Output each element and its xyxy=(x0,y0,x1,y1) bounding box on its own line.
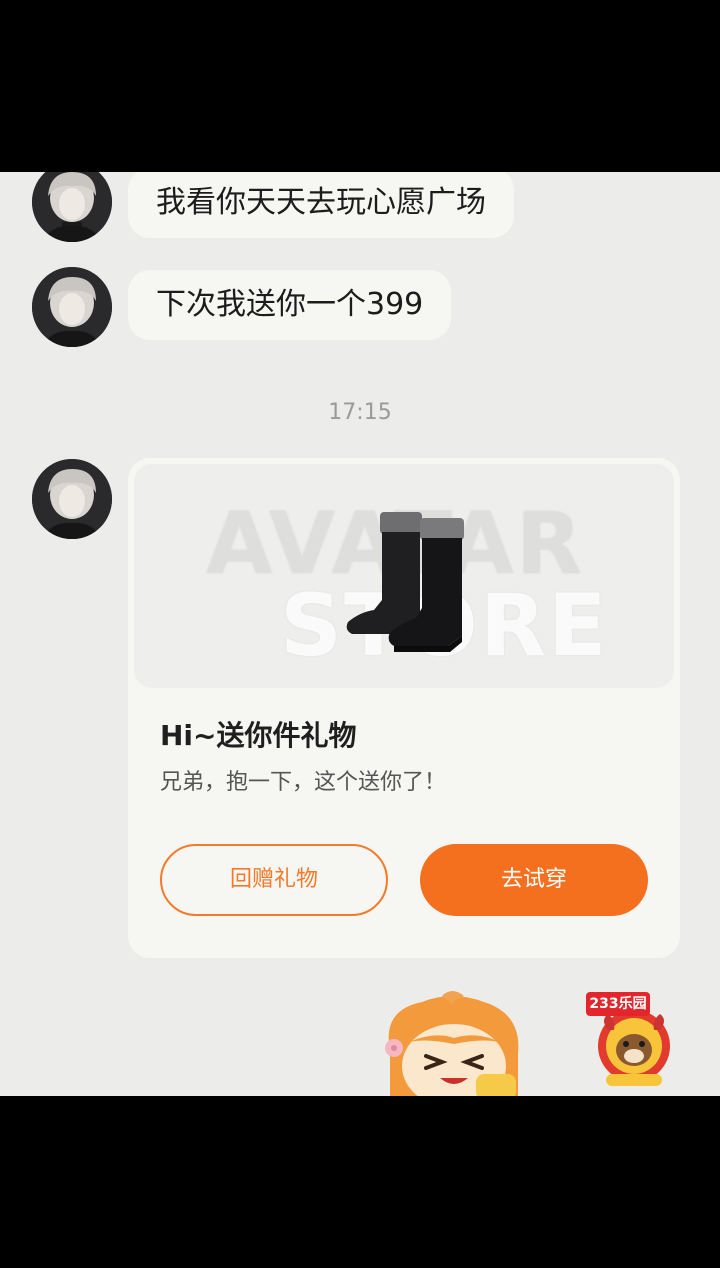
avatar[interactable] xyxy=(32,267,112,347)
return-gift-button[interactable]: 回赠礼物 xyxy=(160,844,388,916)
boots-image xyxy=(346,512,464,652)
gift-description: 兄弟，抱一下，这个送你了！ xyxy=(160,770,447,795)
avatar[interactable] xyxy=(32,459,112,539)
gift-card[interactable]: AVATAR STORE Hi~送你件礼物 兄弟，抱一下，这个送你了！ 回赠礼物… xyxy=(128,458,680,958)
try-on-button[interactable]: 去试穿 xyxy=(420,844,648,916)
bottom-letterbox xyxy=(0,1096,720,1268)
gift-title: Hi~送你件礼物 xyxy=(160,719,357,752)
message-text: 我看你天天去玩心愿广场 xyxy=(156,185,486,220)
timestamp: 17:15 xyxy=(328,400,392,425)
message-bubble[interactable]: 我看你天天去玩心愿广场 xyxy=(128,172,514,238)
logo-text: 233乐园 xyxy=(586,992,650,1016)
message-bubble[interactable]: 下次我送你一个399 xyxy=(128,270,452,340)
top-letterbox xyxy=(0,0,720,172)
message-text: 下次我送你一个399 xyxy=(156,287,424,322)
233-logo-icon[interactable]: 233乐园 xyxy=(586,990,682,1094)
mascot-icon[interactable] xyxy=(372,990,536,1096)
gift-image[interactable]: AVATAR STORE xyxy=(134,464,674,688)
chat-area[interactable]: 我看你天天去玩心愿广场 下次我送你一个399 17:15 AVATAR STOR… xyxy=(0,172,720,1096)
avatar[interactable] xyxy=(32,172,112,242)
